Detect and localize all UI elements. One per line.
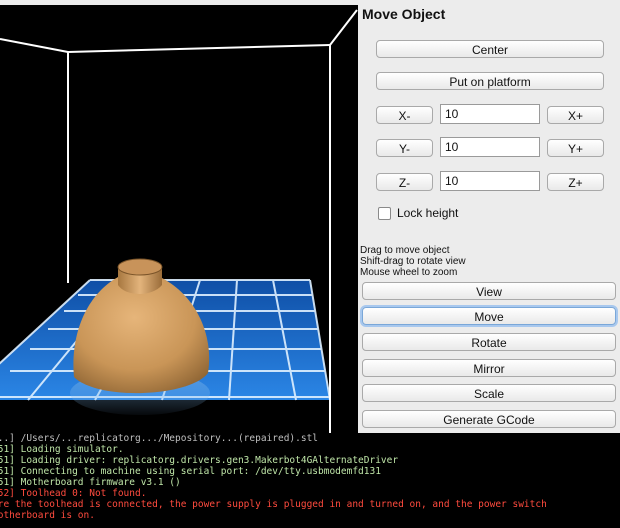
help-text: Drag to move object Shift-drag to rotate… [360,245,466,278]
console-log[interactable]: ...] /Users/...replicatorg.../Mepository… [0,433,620,528]
lock-height-row[interactable]: Lock height [378,205,458,221]
help-line-shift-drag: Shift-drag to rotate view [360,256,466,267]
console-line: :52] Toolhead 0: Not found. [0,488,147,499]
console-line: ure the toolhead is connected, the power… [0,499,547,510]
x-plus-button[interactable]: X+ [547,106,604,124]
mirror-mode-button[interactable]: Mirror [362,359,616,377]
z-minus-button[interactable]: Z- [376,173,433,191]
panel-title: Move Object [362,6,446,22]
help-line-drag: Drag to move object [360,245,450,256]
replicatorg-window: Move Object Center Put on platform X- X+… [0,0,620,528]
move-object-panel: Move Object Center Put on platform X- X+… [358,5,620,433]
console-line: motherboard is on. [0,510,95,521]
console-line: ...] /Users/...replicatorg.../Mepository… [0,433,319,444]
lock-height-label: Lock height [397,206,459,220]
center-button[interactable]: Center [376,40,604,58]
y-plus-button[interactable]: Y+ [547,139,604,157]
put-on-platform-button[interactable]: Put on platform [376,72,604,90]
y-step-field[interactable] [440,137,540,157]
help-line-zoom: Mouse wheel to zoom [360,267,458,278]
console-line: :51] Loading simulator. [0,444,124,455]
scale-mode-button[interactable]: Scale [362,384,616,402]
console-line: :51] Connecting to machine using serial … [0,466,381,477]
view-mode-button[interactable]: View [362,282,616,300]
z-plus-button[interactable]: Z+ [547,173,604,191]
move-mode-button[interactable]: Move [362,307,616,325]
x-step-field[interactable] [440,104,540,124]
generate-gcode-button[interactable]: Generate GCode [362,410,616,428]
scene-svg[interactable] [0,5,358,433]
y-minus-button[interactable]: Y- [376,139,433,157]
3d-preview-viewport[interactable] [0,5,358,433]
z-step-field[interactable] [440,171,540,191]
rotate-mode-button[interactable]: Rotate [362,333,616,351]
x-minus-button[interactable]: X- [376,106,433,124]
console-line: :51] Motherboard firmware v3.1 () [0,477,181,488]
lock-height-checkbox[interactable] [378,206,391,220]
console-line: :51] Loading driver: replicatorg.drivers… [0,455,399,466]
